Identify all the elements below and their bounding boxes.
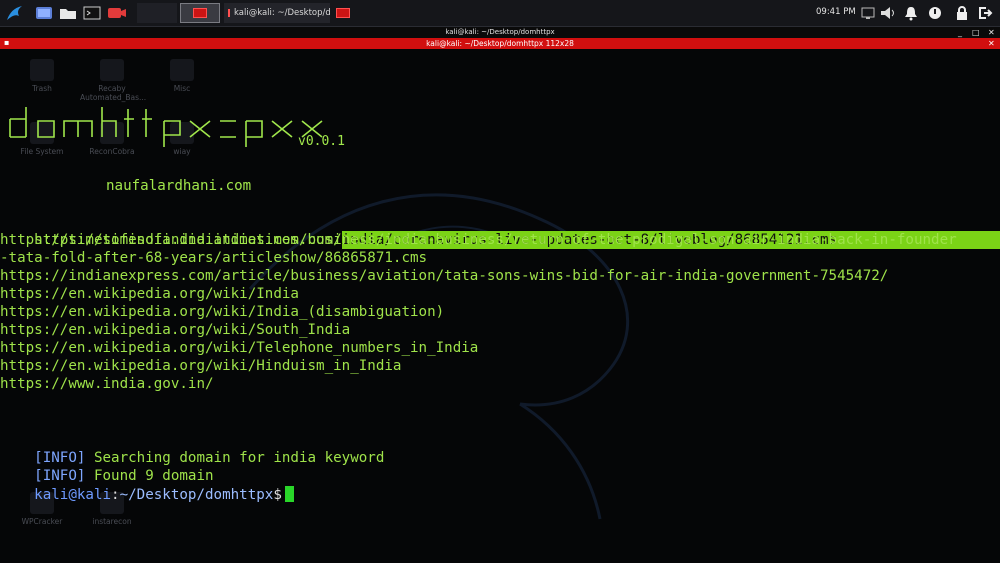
- notification-bell-icon[interactable]: [901, 4, 921, 22]
- terminal-task-icon: [228, 9, 230, 17]
- result-url-4[interactable]: https://en.wikipedia.org/wiki/India: [0, 285, 299, 303]
- terminal-app-icon[interactable]: [81, 3, 103, 23]
- text-cursor[interactable]: [284, 486, 294, 502]
- close-button[interactable]: ✕: [988, 27, 995, 38]
- window-titlebar[interactable]: kali@kali: ~/Desktop/domhttpx _ □ ✕: [0, 27, 1000, 38]
- terminal-tab-bar[interactable]: ▪ kali@kali: ~/Desktop/domhttpx 112x28 ✕: [0, 38, 1000, 49]
- tab-close-button[interactable]: ✕: [988, 38, 995, 49]
- result-url-5[interactable]: https://en.wikipedia.org/wiki/India_(dis…: [0, 303, 444, 321]
- result-url-2[interactable]: https://timesofindia.indiatimes.com/busi…: [0, 231, 957, 249]
- workspace-2[interactable]: [180, 3, 220, 23]
- result-url-6[interactable]: https://en.wikipedia.org/wiki/South_Indi…: [0, 321, 350, 339]
- prompt-user: kali@kali: [34, 487, 112, 503]
- banner-version: v0.0.1: [298, 134, 345, 149]
- prompt-separator: :: [111, 487, 120, 503]
- prompt-symbol: $: [273, 487, 282, 503]
- screen-recorder-app-icon[interactable]: [105, 3, 129, 23]
- clock[interactable]: 09:41 PM: [816, 7, 856, 17]
- domhttpx-ascii-logo: v0.0.1: [9, 107, 345, 149]
- terminal-window[interactable]: Trash Recaby Automated_Bas... Misc File …: [0, 49, 1000, 563]
- prompt-path: ~/Desktop/domhttpx: [119, 487, 274, 503]
- minimize-button[interactable]: _: [958, 27, 962, 38]
- result-url-7[interactable]: https://en.wikipedia.org/wiki/Telephone_…: [0, 339, 478, 357]
- logout-icon[interactable]: [976, 4, 994, 22]
- lock-icon[interactable]: [953, 4, 971, 22]
- result-url-9[interactable]: https://www.india.gov.in/: [0, 375, 214, 393]
- volume-icon[interactable]: [878, 4, 898, 22]
- result-url-2-wrap[interactable]: -tata-fold-after-68-years/articleshow/86…: [0, 249, 427, 267]
- power-manager-icon[interactable]: [926, 4, 944, 22]
- taskbar-recorder-button[interactable]: [332, 3, 354, 23]
- kali-menu-dragon-icon[interactable]: [3, 3, 27, 23]
- top-panel: kali@kali: ~/Desktop/do... 09:41 PM: [0, 0, 1000, 27]
- result-url-8[interactable]: https://en.wikipedia.org/wiki/Hinduism_i…: [0, 357, 401, 375]
- shell-prompt[interactable]: kali@kali:~/Desktop/domhttpx$: [0, 468, 294, 522]
- taskbar-terminal-button[interactable]: kali@kali: ~/Desktop/do...: [224, 3, 330, 23]
- network-icon[interactable]: [860, 4, 876, 22]
- folder-app-icon[interactable]: [57, 3, 79, 23]
- maximize-button[interactable]: □: [972, 27, 980, 38]
- workspace-window-thumb: [193, 8, 207, 18]
- tab-menu-icon[interactable]: ▪: [4, 37, 9, 48]
- files-app-icon[interactable]: [33, 3, 55, 23]
- window-title: kali@kali: ~/Desktop/domhttpx: [445, 28, 555, 36]
- terminal-tab-title: kali@kali: ~/Desktop/domhttpx 112x28: [426, 39, 574, 48]
- result-url-3[interactable]: https://indianexpress.com/article/busine…: [0, 267, 888, 285]
- workspace-1[interactable]: [137, 3, 177, 23]
- taskbar-terminal-label: kali@kali: ~/Desktop/do...: [234, 8, 330, 18]
- author-line: naufalardhani.com: [106, 178, 252, 194]
